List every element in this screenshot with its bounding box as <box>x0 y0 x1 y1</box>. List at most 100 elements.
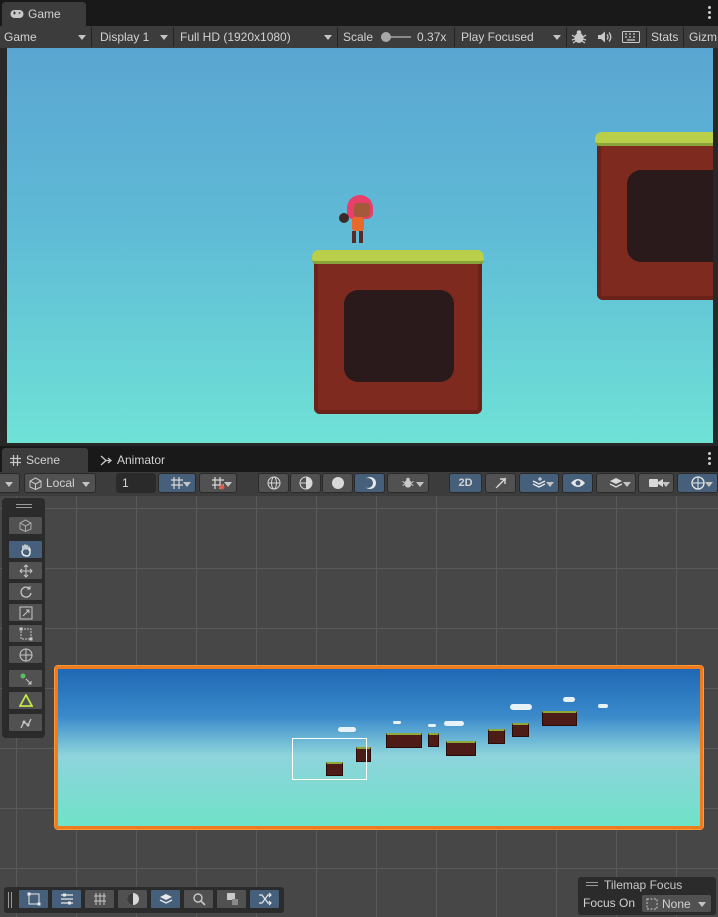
overlay-rect-button[interactable] <box>18 889 49 909</box>
rect-tool[interactable] <box>8 624 43 643</box>
chevron-down-icon <box>82 482 90 487</box>
scene-selection-tilemap[interactable] <box>55 666 703 829</box>
scale-slider[interactable] <box>381 32 412 42</box>
pivot-mode-dropdown[interactable] <box>0 473 20 493</box>
animator-icon <box>100 455 112 465</box>
grid-snap-input[interactable]: 1 <box>116 473 156 493</box>
layers-button[interactable] <box>596 473 636 493</box>
move-tool[interactable] <box>8 561 43 580</box>
center-platform <box>312 250 484 414</box>
mini-platform <box>488 729 505 744</box>
overlay-lighting-button[interactable] <box>117 889 148 909</box>
shading-shaded-wire-button[interactable] <box>290 473 321 493</box>
custom-tool-polygon[interactable] <box>8 691 43 710</box>
view-select[interactable]: Game <box>0 27 92 47</box>
drag-handle[interactable] <box>586 882 598 886</box>
custom-tool-pivot[interactable] <box>8 669 43 688</box>
focus-on-select[interactable]: None <box>641 894 712 913</box>
tab-game[interactable]: Game <box>2 2 86 26</box>
tab-scene-label: Scene <box>26 453 61 467</box>
layers-icon <box>609 478 623 488</box>
overlay-layers-button[interactable] <box>150 889 181 909</box>
light-off-icon <box>495 477 506 489</box>
dashed-rect-icon <box>646 898 658 909</box>
chevron-down-icon <box>78 35 86 40</box>
custom-tool-bones[interactable] <box>8 713 43 732</box>
rotate-icon <box>19 585 32 598</box>
increment-snap-button[interactable] <box>199 473 237 493</box>
game-viewport[interactable] <box>7 48 713 443</box>
scene-visibility-button[interactable] <box>562 473 593 493</box>
chevron-down-icon <box>662 482 670 487</box>
overlay-search-button[interactable] <box>183 889 214 909</box>
effects-button[interactable] <box>519 473 559 493</box>
mode-2d-button[interactable]: 2D <box>449 473 482 493</box>
chevron-down-icon <box>546 482 554 487</box>
effects-icon <box>532 477 546 488</box>
rotate-tool[interactable] <box>8 582 43 601</box>
kebab-menu-icon[interactable] <box>708 452 712 466</box>
gizmos-scene-button[interactable] <box>677 473 718 493</box>
grid-snap-value: 1 <box>122 476 129 490</box>
drag-handle[interactable] <box>16 504 32 508</box>
polygon-collider-icon <box>18 693 33 707</box>
gamepad-icon <box>10 10 24 18</box>
transform-tool[interactable] <box>8 645 43 664</box>
lighting-toggle-button[interactable] <box>485 473 516 493</box>
overlay-palette-button[interactable] <box>51 889 82 909</box>
gizmos-button[interactable]: Gizm <box>685 27 718 47</box>
grid-visibility-button[interactable] <box>158 473 196 493</box>
tab-scene[interactable]: Scene <box>2 448 88 472</box>
tile-palette-icon <box>60 893 73 905</box>
chevron-down-icon <box>416 482 424 487</box>
stats-button[interactable]: Stats <box>646 27 684 47</box>
game-toolbar: Game Display 1 Full HD (1920x1080) Scale… <box>0 26 718 48</box>
keyboard-icon[interactable] <box>622 31 640 43</box>
tools-overlay <box>2 498 45 738</box>
half-circle-icon <box>126 893 139 905</box>
scale-control: Scale 0.37x <box>339 27 455 47</box>
shading-unlit-button[interactable] <box>354 473 385 493</box>
grid-hatch-icon <box>93 893 106 905</box>
scale-value: 0.37x <box>417 30 447 44</box>
hand-tool[interactable] <box>8 540 43 559</box>
drag-handle[interactable] <box>8 892 12 908</box>
view-select-label: Game <box>4 30 37 44</box>
tab-animator[interactable]: Animator <box>92 448 182 472</box>
kebab-menu-icon[interactable] <box>708 6 712 20</box>
speaker-icon[interactable] <box>597 30 613 44</box>
pivot-icon <box>20 673 31 684</box>
play-mode-select[interactable]: Play Focused <box>457 27 567 47</box>
overlay-grid-button[interactable] <box>84 889 115 909</box>
shaded-sphere-icon <box>331 477 344 489</box>
shuffle-icon <box>258 892 272 906</box>
scene-viewport[interactable]: Tilemap Focus Focus On None <box>0 496 718 917</box>
resolution-select[interactable]: Full HD (1920x1080) <box>176 27 338 47</box>
scale-tool[interactable] <box>8 603 43 622</box>
camera-settings-button[interactable] <box>638 473 674 493</box>
overlay-stamp-button[interactable] <box>216 889 247 909</box>
shading-wireframe-button[interactable] <box>258 473 289 493</box>
shading-shaded-button[interactable] <box>322 473 353 493</box>
stats-label: Stats <box>651 30 679 44</box>
grid-snap-icon <box>171 477 183 489</box>
focus-on-value: None <box>662 896 691 911</box>
bug-icon[interactable] <box>570 29 588 45</box>
chevron-down-icon <box>183 482 191 487</box>
display-select[interactable]: Display 1 <box>96 27 174 47</box>
cloud-sprite <box>510 704 532 710</box>
cube-icon <box>19 519 32 532</box>
gizmos-label: Gizm <box>689 30 717 44</box>
debug-draw-button[interactable] <box>387 473 429 493</box>
shaded-wire-sphere-icon <box>299 476 312 490</box>
view-tool-cube[interactable] <box>8 516 43 535</box>
cloud-sprite <box>598 704 608 708</box>
pivot-space-select[interactable]: Local <box>24 473 96 493</box>
layers-icon <box>159 894 172 904</box>
cloud-sprite <box>563 697 575 702</box>
scale-slider-handle[interactable] <box>381 32 392 42</box>
overlay-shuffle-button[interactable] <box>249 889 280 909</box>
cloud-sprite <box>338 727 356 732</box>
scale-icon <box>19 606 32 619</box>
chevron-down-icon <box>324 35 332 40</box>
